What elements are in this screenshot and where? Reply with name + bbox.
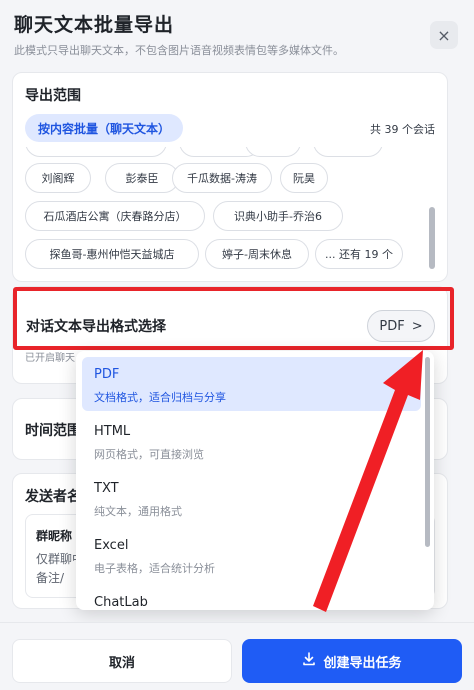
format-option-excel[interactable]: Excel 电子表格，适合统计分析 xyxy=(82,528,421,582)
chip-hidden xyxy=(245,147,301,157)
format-option-chatlab[interactable]: ChatLab xyxy=(82,585,421,610)
scope-card: 导出范围 按内容批量（聊天文本） 共 39 个会话 刘阁辉 彭泰臣 千瓜数据-涛… xyxy=(12,72,448,282)
option-label: TXT xyxy=(94,481,119,496)
format-hint: 已开启聊天 xyxy=(25,353,75,364)
chip-session[interactable]: 婷子-周末休息 xyxy=(205,239,309,269)
chip-more[interactable]: ... 还有 19 个 xyxy=(315,239,403,269)
option-label: ChatLab xyxy=(94,595,148,610)
scope-tab-content-batch[interactable]: 按内容批量（聊天文本） xyxy=(25,114,184,142)
chip-list: 刘阁辉 彭泰臣 千瓜数据-涛涛 阮昊 石瓜酒店公寓（庆春路分店） 识典小助手-乔… xyxy=(25,147,425,281)
chip-session[interactable]: 彭泰臣 xyxy=(105,163,179,193)
time-range-title: 时间范围 xyxy=(25,423,81,439)
dialog-title: 聊天文本批量导出 xyxy=(14,14,175,36)
cancel-button[interactable]: 取消 xyxy=(12,639,232,683)
option-label: PDF xyxy=(94,367,120,382)
dialog-footer: 取消 创建导出任务 xyxy=(0,622,474,690)
dropdown-scrollbar[interactable] xyxy=(425,357,430,547)
download-icon xyxy=(302,652,316,670)
option-desc: 纯文本，通用格式 xyxy=(94,505,182,518)
format-dropdown: PDF 文档格式，适合归档与分享 HTML 网页格式，可直接浏览 TXT 纯文本… xyxy=(76,351,434,610)
scope-title: 导出范围 xyxy=(25,88,81,104)
close-button[interactable]: × xyxy=(430,21,458,49)
option-label: Excel xyxy=(94,538,129,553)
option-desc: 电子表格，适合统计分析 xyxy=(94,562,215,575)
dialog-subtitle: 此模式只导出聊天文本，不包含图片语音视频表情包等多媒体文件。 xyxy=(14,44,344,57)
format-option-html[interactable]: HTML 网页格式，可直接浏览 xyxy=(82,414,421,468)
option-desc: 网页格式，可直接浏览 xyxy=(94,448,204,461)
chip-session[interactable]: 探鱼哥-惠州仲恺天益城店 xyxy=(25,239,199,269)
sender-title: 发送者名 xyxy=(25,489,81,505)
chip-session[interactable]: 阮昊 xyxy=(280,163,328,193)
close-icon: × xyxy=(437,25,451,45)
chip-session[interactable]: 千瓜数据-涛涛 xyxy=(172,163,272,193)
create-export-task-button[interactable]: 创建导出任务 xyxy=(242,639,462,683)
chip-session[interactable]: 识典小助手-乔治6 xyxy=(213,201,343,231)
highlight-box xyxy=(13,287,454,350)
format-option-txt[interactable]: TXT 纯文本，通用格式 xyxy=(82,471,421,525)
group-nickname-title: 群昵称 xyxy=(36,529,73,543)
chip-session[interactable]: 石瓜酒店公寓（庆春路分店） xyxy=(25,201,205,231)
create-button-label: 创建导出任务 xyxy=(323,655,402,671)
option-desc: 文档格式，适合归档与分享 xyxy=(94,391,226,404)
dialog-header: 聊天文本批量导出 此模式只导出聊天文本，不包含图片语音视频表情包等多媒体文件。 … xyxy=(0,0,474,66)
chip-hidden xyxy=(313,147,383,157)
chip-session[interactable]: 刘阁辉 xyxy=(25,163,91,193)
session-count: 共 39 个会话 xyxy=(370,123,435,136)
scope-scrollbar[interactable] xyxy=(429,207,435,269)
option-label: HTML xyxy=(94,424,131,439)
chip-hidden xyxy=(25,147,167,157)
format-option-pdf[interactable]: PDF 文档格式，适合归档与分享 xyxy=(82,357,421,411)
